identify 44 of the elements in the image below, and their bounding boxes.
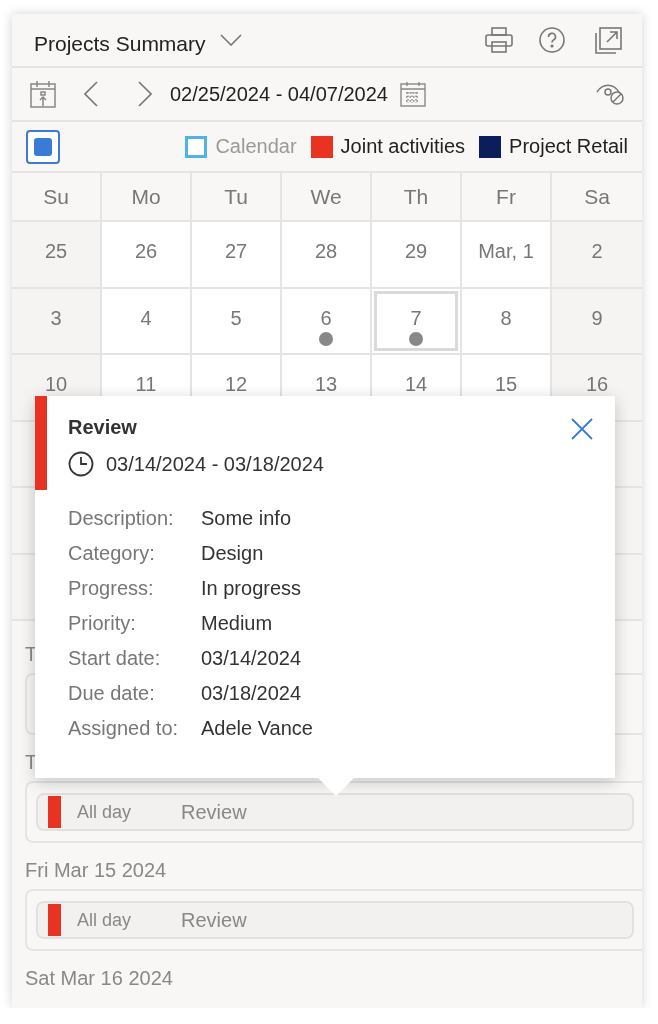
detail-value: In progress xyxy=(201,577,303,600)
day-number: 26 xyxy=(134,240,158,263)
detail-value: Medium xyxy=(201,612,274,635)
day-number: 8 xyxy=(500,306,512,330)
event-time: All day xyxy=(77,801,133,823)
popup-date-range: 03/14/2024 - 03/18/2024 xyxy=(106,452,324,476)
detail-label: Due date: xyxy=(68,682,156,705)
day-number: 14 xyxy=(404,373,428,396)
day-number: 28 xyxy=(314,240,338,263)
day-number: 4 xyxy=(140,306,152,330)
day-number: 6 xyxy=(320,306,332,330)
day-number: 16 xyxy=(585,373,609,396)
detail-label: Progress: xyxy=(68,577,155,600)
day-number: 27 xyxy=(224,240,248,263)
day-number: 13 xyxy=(314,373,338,396)
detail-label: Priority: xyxy=(68,612,137,635)
agenda-date: Sat Mar 16 2024 xyxy=(25,965,173,991)
detail-value: Some info xyxy=(201,507,293,530)
day-number: 9 xyxy=(591,306,603,330)
day-number: 7 xyxy=(410,306,422,330)
detail-label: Description: xyxy=(68,507,175,530)
agenda-date: Fri Mar 15 2024 xyxy=(25,857,167,883)
detail-label: Assigned to: xyxy=(68,717,180,740)
detail-value: Adele Vance xyxy=(201,717,314,740)
widget-title: Projects Summary xyxy=(34,32,206,56)
detail-value: Design xyxy=(201,542,265,565)
day-number: Mar, 1 xyxy=(478,240,534,263)
day-number: 12 xyxy=(224,373,248,396)
detail-value: 03/14/2024 xyxy=(201,647,303,670)
detail-value: 03/18/2024 xyxy=(201,682,303,705)
date-range: 02/25/2024 - 04/07/2024 xyxy=(170,82,388,106)
event-time: All day xyxy=(77,909,133,931)
event-title: Review xyxy=(181,908,247,932)
day-number: 3 xyxy=(50,306,62,330)
day-number: 5 xyxy=(230,306,242,330)
day-number: 2 xyxy=(591,240,603,263)
day-number: 11 xyxy=(135,373,157,396)
day-number: 15 xyxy=(494,373,518,396)
detail-label: Category: xyxy=(68,542,156,565)
day-number: 29 xyxy=(404,240,428,263)
event-title: Review xyxy=(181,800,247,824)
detail-label: Start date: xyxy=(68,647,162,670)
day-number: 10 xyxy=(44,373,68,396)
day-number: 25 xyxy=(44,240,68,263)
